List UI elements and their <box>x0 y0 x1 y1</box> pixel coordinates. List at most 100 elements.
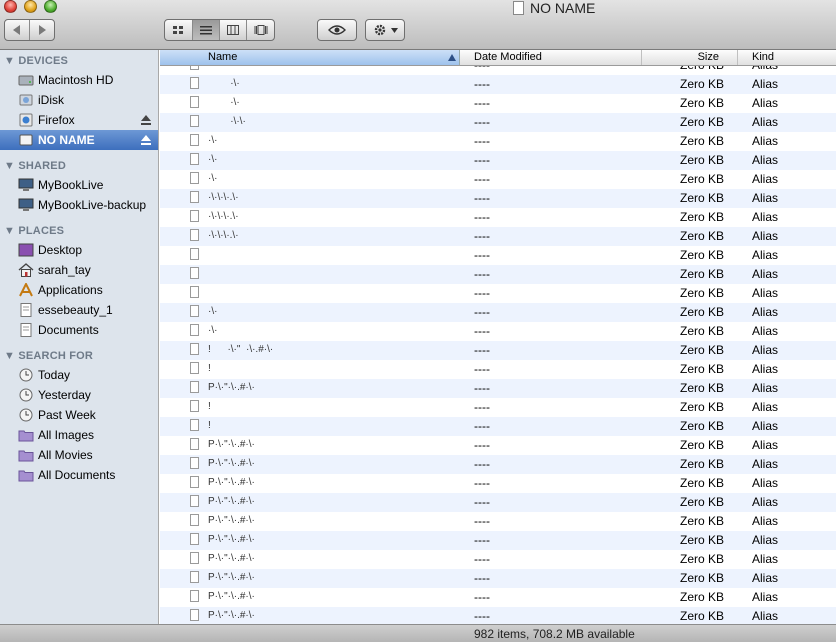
icon-view-button[interactable] <box>165 20 193 40</box>
file-name: P·\·"·\·.#·\· <box>208 572 255 583</box>
sidebar-item-sarah-tay[interactable]: sarah_tay <box>0 260 158 280</box>
action-menu-button[interactable] <box>365 19 405 41</box>
table-row[interactable]: ·\·\·\·.\· ---- Zero KB Alias <box>160 208 836 227</box>
close-window-button[interactable] <box>4 0 17 13</box>
table-row[interactable]: P·\·"·\·.#·\· ---- Zero KB Alias <box>160 379 836 398</box>
table-row[interactable]: ! ·\·" ·\·.#·\· ---- Zero KB Alias <box>160 341 836 360</box>
table-row[interactable]: ! ---- Zero KB Alias <box>160 417 836 436</box>
file-kind: Alias <box>752 343 779 357</box>
table-row[interactable]: P·\·"·\·.#·\· ---- Zero KB Alias <box>160 569 836 588</box>
sidebar-item-documents[interactable]: Documents <box>0 320 158 340</box>
table-row[interactable]: P·\·"·\·.#·\· ---- Zero KB Alias <box>160 607 836 624</box>
sidebar-item-mybooklive[interactable]: MyBookLive <box>0 175 158 195</box>
sidebar-item-all-images[interactable]: All Images <box>0 425 158 445</box>
table-row[interactable]: ! ---- Zero KB Alias <box>160 360 836 379</box>
sidebar-header-places[interactable]: ▼ PLACES <box>4 225 64 237</box>
sidebar-item-mybooklive-backup[interactable]: MyBookLive-backup <box>0 195 158 215</box>
file-kind: Alias <box>752 248 779 262</box>
table-row[interactable]: ---- Zero KB Alias <box>160 284 836 303</box>
file-size: Zero KB <box>679 115 724 129</box>
file-kind: Alias <box>752 552 779 566</box>
column-header-date-modified[interactable]: Date Modified <box>460 50 642 65</box>
network-computer-icon <box>18 198 34 212</box>
file-size: Zero KB <box>679 153 724 167</box>
table-row[interactable]: P·\·"·\·.#·\· ---- Zero KB Alias <box>160 588 836 607</box>
quick-look-button[interactable] <box>317 19 357 41</box>
column-header-size[interactable]: Size <box>642 50 738 65</box>
smart-folder-icon <box>18 448 34 462</box>
table-row[interactable]: P·\·"·\·.#·\· ---- Zero KB Alias <box>160 493 836 512</box>
table-row[interactable]: ·'· ---- Zero KB Alias <box>160 66 836 75</box>
sidebar: ▼ DEVICES Macintosh HD iDisk Firefox NO … <box>0 50 159 624</box>
sidebar-item-desktop[interactable]: Desktop <box>0 240 158 260</box>
alias-file-icon <box>190 66 199 70</box>
sidebar-item-all-movies[interactable]: All Movies <box>0 445 158 465</box>
coverflow-icon <box>254 25 267 35</box>
file-kind: Alias <box>752 153 779 167</box>
sidebar-item-macintosh-hd[interactable]: Macintosh HD <box>0 70 158 90</box>
file-list[interactable]: ·'·----Zero KBAlias ·\·----Zero KBAlias … <box>160 66 836 624</box>
table-row[interactable]: ·\· ---- Zero KB Alias <box>160 322 836 341</box>
alias-file-icon <box>190 476 199 488</box>
table-row[interactable]: ·\·\· ---- Zero KB Alias <box>160 113 836 132</box>
table-row[interactable]: P·\·"·\·.#·\· ---- Zero KB Alias <box>160 436 836 455</box>
file-name: ·\·\·\·.\· <box>208 211 239 222</box>
date-modified: ---- <box>474 381 490 395</box>
usb-drive-icon <box>18 133 34 147</box>
coverflow-view-button[interactable] <box>247 20 274 40</box>
sidebar-item-no-name[interactable]: NO NAME <box>0 130 158 150</box>
column-view-button[interactable] <box>220 20 247 40</box>
idisk-icon <box>18 93 34 107</box>
table-row[interactable]: ·\· ---- Zero KB Alias <box>160 151 836 170</box>
table-row[interactable]: ·\· ---- Zero KB Alias <box>160 132 836 151</box>
table-row[interactable]: ·\· ---- Zero KB Alias <box>160 94 836 113</box>
sidebar-item-yesterday[interactable]: Yesterday <box>0 385 158 405</box>
sidebar-header-devices[interactable]: ▼ DEVICES <box>4 55 68 67</box>
sidebar-item-essebeauty-1[interactable]: essebeauty_1 <box>0 300 158 320</box>
table-row[interactable]: P·\·"·\·.#·\· ---- Zero KB Alias <box>160 531 836 550</box>
table-row[interactable]: P·\·"·\·.#·\· ---- Zero KB Alias <box>160 474 836 493</box>
list-view-button[interactable] <box>193 20 220 40</box>
sidebar-item-firefox[interactable]: Firefox <box>0 110 158 130</box>
disclosure-triangle-icon: ▼ <box>4 160 19 172</box>
column-header-name[interactable]: Name <box>160 50 460 65</box>
table-row[interactable]: ---- Zero KB Alias <box>160 265 836 284</box>
sort-ascending-icon <box>448 54 456 61</box>
table-row[interactable]: ! ---- Zero KB Alias <box>160 398 836 417</box>
sidebar-item-idisk[interactable]: iDisk <box>0 90 158 110</box>
list-icon <box>200 25 212 34</box>
back-button[interactable] <box>5 20 30 40</box>
file-name: ! <box>208 401 211 412</box>
sidebar-item-applications[interactable]: Applications <box>0 280 158 300</box>
alias-file-icon <box>190 571 199 583</box>
sidebar-item-past-week[interactable]: Past Week <box>0 405 158 425</box>
document-icon <box>18 303 34 317</box>
sidebar-header-search-for[interactable]: ▼ SEARCH FOR <box>4 350 93 362</box>
table-row[interactable]: ·\·\·\·.\· ---- Zero KB Alias <box>160 227 836 246</box>
table-row[interactable]: P·\·"·\·.#·\· ---- Zero KB Alias <box>160 455 836 474</box>
forward-button[interactable] <box>30 20 54 40</box>
view-switcher <box>164 19 275 41</box>
table-row[interactable]: ·\· ---- Zero KB Alias <box>160 75 836 94</box>
sidebar-header-shared[interactable]: ▼ SHARED <box>4 160 66 172</box>
date-modified: ---- <box>474 400 490 414</box>
table-row[interactable]: ·\·\·\·.\· ---- Zero KB Alias <box>160 189 836 208</box>
table-row[interactable]: ·\· ---- Zero KB Alias <box>160 303 836 322</box>
date-modified: ---- <box>474 191 490 205</box>
eject-no-name-icon[interactable] <box>140 134 152 146</box>
column-header-kind[interactable]: Kind <box>738 50 836 65</box>
zoom-window-button[interactable] <box>44 0 57 13</box>
eject-firefox-icon[interactable] <box>140 114 152 126</box>
file-kind: Alias <box>752 191 779 205</box>
sidebar-item-today[interactable]: Today <box>0 365 158 385</box>
file-kind: Alias <box>752 476 779 490</box>
disclosure-triangle-icon: ▼ <box>4 225 19 237</box>
minimize-window-button[interactable] <box>24 0 37 13</box>
date-modified: ---- <box>474 248 490 262</box>
sidebar-item-all-documents[interactable]: All Documents <box>0 465 158 485</box>
table-row[interactable]: P·\·"·\·.#·\· ---- Zero KB Alias <box>160 550 836 569</box>
table-row[interactable]: ·\· ---- Zero KB Alias <box>160 170 836 189</box>
file-name: ·'· <box>208 66 239 70</box>
table-row[interactable]: ---- Zero KB Alias <box>160 246 836 265</box>
table-row[interactable]: P·\·"·\·.#·\· ---- Zero KB Alias <box>160 512 836 531</box>
